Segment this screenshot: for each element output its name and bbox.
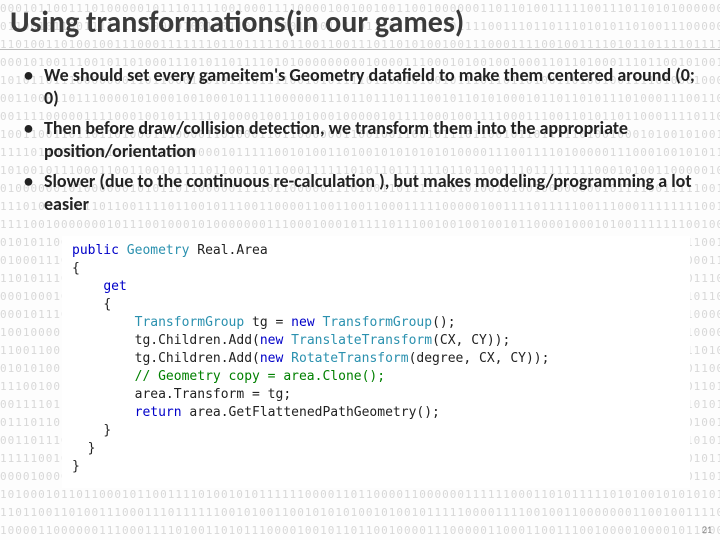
slide-title: Using transformations(in our games) xyxy=(0,0,720,50)
page-number: 21 xyxy=(702,523,712,536)
bullet-item: Slower (due to the continuous re-calcula… xyxy=(24,170,696,217)
bullet-list: We should set every gameitem's Geometry … xyxy=(0,50,720,232)
bullet-item: Then before draw/collision detection, we… xyxy=(24,117,696,164)
bullet-item: We should set every gameitem's Geometry … xyxy=(24,64,696,111)
code-block: public Geometry Real.Area { get { Transf… xyxy=(62,236,690,488)
